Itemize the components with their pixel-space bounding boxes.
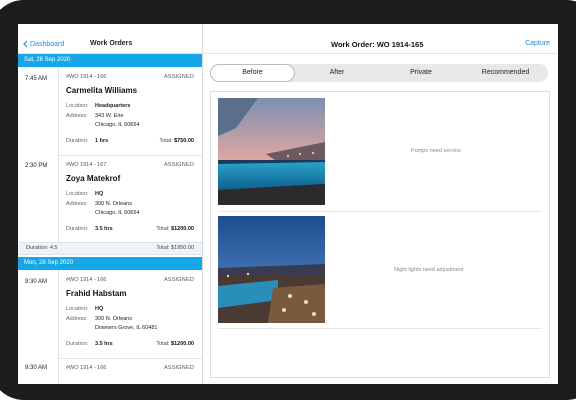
date-header: Mon, 28 Sep 2020 — [18, 257, 202, 270]
work-order-number: #WO 1914 - 166 — [66, 365, 107, 371]
back-label: Dashboard — [30, 40, 65, 48]
order-time: 9:30 AM — [25, 279, 48, 285]
location-value: HQ — [95, 306, 104, 312]
back-button[interactable]: Dashboard — [23, 40, 64, 48]
duration-label: Duration: — [66, 138, 89, 144]
divider — [218, 328, 542, 329]
tab-private[interactable]: Private — [379, 64, 463, 82]
date-header: Sat, 26 Sep 2020 — [18, 54, 202, 67]
duration-label: Duration: — [66, 341, 89, 347]
customer-name: Frahid Habstam — [66, 289, 127, 298]
address-label: Address: — [66, 201, 88, 207]
total-amount: Total: $1200.00 — [156, 341, 194, 347]
total-value: $1200.00 — [171, 341, 194, 347]
duration-value: 3.5 hrs — [95, 226, 113, 232]
photo-thumbnail[interactable] — [218, 98, 325, 205]
location-label: Location: — [66, 191, 89, 197]
address-line-1: 343 W. Erie — [95, 113, 124, 119]
status-badge: ASSIGNED — [163, 365, 194, 371]
status-badge: ASSIGNED — [163, 277, 194, 283]
status-badge: ASSIGNED — [163, 162, 194, 168]
location-value: Headquarters — [95, 103, 131, 109]
summary-total: Total: $1950.00 — [156, 245, 194, 251]
chevron-left-icon — [23, 40, 28, 48]
divider — [218, 211, 542, 212]
photo-thumbnail[interactable] — [218, 216, 325, 323]
left-header: Dashboard Work Orders — [18, 24, 202, 54]
work-order-card[interactable]: #WO 1914 - 166 ASSIGNED Frahid Habstam L… — [59, 270, 202, 359]
work-order-number: #WO 1914 - 166 — [66, 277, 107, 283]
tab-before[interactable]: Before — [210, 64, 295, 82]
photo-tabs: Before After Private Recommended — [210, 64, 548, 82]
work-order-card[interactable]: #WO 1914 - 167 ASSIGNED Zoya Matekrof Lo… — [59, 155, 202, 244]
order-time: 9:30 AM — [25, 365, 48, 371]
customer-name: Carmelita Williams — [66, 86, 138, 95]
work-order-number: #WO 1914 - 166 — [66, 74, 107, 80]
work-order-card[interactable]: #WO 1914 - 166 ASSIGNED Carmelita Willia… — [59, 67, 202, 156]
photo-note: Pumps need service — [411, 148, 461, 154]
total-label: Total: — [156, 341, 170, 347]
work-order-card[interactable]: #WO 1914 - 166 ASSIGNED — [59, 358, 202, 384]
total-label: Total: — [156, 226, 170, 232]
location-value: HQ — [95, 191, 104, 197]
app-screen: Dashboard Work Orders Sat, 26 Sep 2020 7… — [18, 24, 558, 384]
tab-recommended[interactable]: Recommended — [463, 64, 548, 82]
total-value: $1200.00 — [171, 226, 194, 232]
tab-after[interactable]: After — [295, 64, 379, 82]
summary-duration: Duration: 4.5 — [26, 245, 58, 251]
duration-value: 1 hrs — [95, 138, 109, 144]
page-title: Work Orders — [90, 40, 133, 47]
photo-note: Night lights need adjustment — [394, 267, 464, 273]
night-terrace-photo — [218, 216, 325, 323]
total-label: Total: — [159, 138, 173, 144]
detail-header: Work Order: WO 1914-165 Capture — [203, 24, 558, 54]
work-order-number: #WO 1914 - 167 — [66, 162, 107, 168]
customer-name: Zoya Matekrof — [66, 174, 121, 183]
address-line-1: 300 N. Orleans — [95, 316, 132, 322]
address-line-2: Chicago, IL 60654 — [95, 210, 140, 216]
total-amount: Total: $750.00 — [159, 138, 194, 144]
status-badge: ASSIGNED — [163, 74, 194, 80]
photo-list: Pumps need service Night lights need adj… — [210, 91, 550, 378]
location-label: Location: — [66, 306, 89, 312]
order-time: 7:45 AM — [25, 76, 48, 82]
address-label: Address: — [66, 316, 88, 322]
address-line-1: 300 N. Orleans — [95, 201, 132, 207]
capture-button[interactable]: Capture — [525, 40, 550, 47]
location-label: Location: — [66, 103, 89, 109]
duration-label: Duration: — [66, 226, 89, 232]
work-orders-pane: Dashboard Work Orders Sat, 26 Sep 2020 7… — [18, 24, 203, 384]
total-amount: Total: $1200.00 — [156, 226, 194, 232]
detail-title: Work Order: WO 1914-165 — [331, 40, 424, 49]
address-label: Address: — [66, 113, 88, 119]
group-summary: Duration: 4.5 Total: $1950.00 — [18, 242, 202, 255]
address-line-2: Downers Grove, IL 60481 — [95, 325, 158, 331]
time-column — [18, 67, 59, 242]
duration-value: 3.5 hrs — [95, 341, 113, 347]
address-line-2: Chicago, IL 60654 — [95, 122, 140, 128]
total-value: $750.00 — [174, 138, 194, 144]
pool-dusk-photo — [218, 98, 325, 205]
order-time: 2:30 PM — [25, 163, 48, 169]
